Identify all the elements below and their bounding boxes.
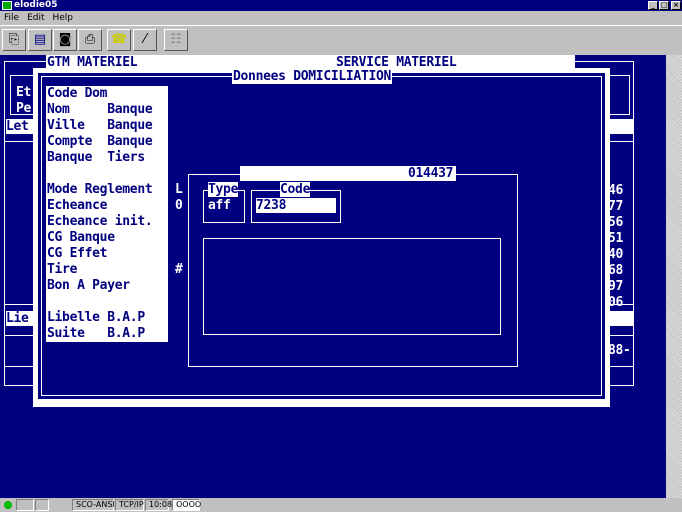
fragment-et: Et <box>16 85 32 100</box>
minimize-button[interactable]: _ <box>648 1 658 10</box>
type-label: Type <box>208 182 239 197</box>
domiciliation-title: Donnees DOMICILIATION <box>232 69 393 84</box>
label-banque-tiers: Banque Tiers <box>47 150 145 165</box>
terminal-screen[interactable]: Et Pe Let Lie 46 77 56 51 40 68 97 06 10 88- GTM… <box>0 55 666 498</box>
app-icon <box>2 1 12 10</box>
fragment-lie-text: Lie <box>6 311 29 326</box>
type-value[interactable]: aff <box>208 198 231 213</box>
number: 56 <box>608 215 624 230</box>
status-cell <box>35 499 49 511</box>
menu-file[interactable]: File <box>4 13 19 23</box>
tire-value: # <box>175 262 183 277</box>
number: 68 <box>608 263 624 278</box>
status-leds: OOOO <box>172 499 201 511</box>
window-title: elodie05 <box>14 0 58 10</box>
tiers-number: 014437 <box>408 166 454 181</box>
label-tire: Tire <box>47 262 78 277</box>
number: 46 <box>608 183 624 198</box>
copy-icon[interactable]: ⎘ <box>2 29 26 51</box>
mode-value: L <box>175 182 183 197</box>
code-input[interactable]: 7238 <box>256 198 336 213</box>
toolbar: ⎘ ▤ ◙ ⎙ ☎ ⁄ ☷ <box>0 25 682 55</box>
status-cell <box>16 499 34 511</box>
label-nom-banque: Nom Banque <box>47 102 153 117</box>
camera-icon[interactable]: ◙ <box>53 29 77 51</box>
number: 97 <box>608 279 624 294</box>
right-numbers: 46 77 56 51 40 68 97 06 10 <box>608 151 632 326</box>
status-bar: SCO-ANSI TCP/IP 10:08 OOOO <box>0 498 682 512</box>
menu-edit[interactable]: Edit <box>27 13 44 23</box>
number: 10 <box>608 311 624 326</box>
tiers-list-box[interactable] <box>203 238 501 335</box>
label-ville-banque: Ville Banque <box>47 118 153 133</box>
label-cg-banque: CG Banque <box>47 230 115 245</box>
domiciliation-labels: Code Dom Nom Banque Ville Banque Compte … <box>46 86 168 342</box>
label-echeance-init: Echeance init. <box>47 214 153 229</box>
title-bar: elodie05 _ □ × <box>0 0 682 11</box>
menu-help[interactable]: Help <box>53 13 74 23</box>
label-echeance: Echeance <box>47 198 108 213</box>
printer-icon[interactable]: ⎙ <box>78 29 102 51</box>
tiers-title-bar: Tiers Payeur TIE 014437 <box>240 166 456 196</box>
label-libelle-bap: Libelle B.A.P <box>47 310 145 325</box>
status-time: 10:08 <box>145 499 172 511</box>
label-mode-reglement: Mode Reglement <box>47 182 153 197</box>
label-bon-a-payer: Bon A Payer <box>47 278 130 293</box>
label-suite-bap: Suite B.A.P <box>47 326 145 341</box>
status-protocol: TCP/IP <box>115 499 144 511</box>
label-compte-banque: Compte Banque <box>47 134 153 149</box>
label-code-dom: Code Dom <box>47 86 108 101</box>
code-label: Code <box>280 182 311 197</box>
echeance-value: 0 <box>175 198 183 213</box>
hangup-icon[interactable]: ⁄ <box>133 29 157 51</box>
status-emulation: SCO-ANSI <box>72 499 115 511</box>
number: 06 <box>608 295 624 310</box>
document-list-icon[interactable]: ▤ <box>28 29 52 51</box>
fragment-let-text: Let <box>6 119 29 134</box>
connection-led-icon <box>4 501 12 509</box>
right-bottom-value: 88- <box>608 343 631 358</box>
fragment-pe: Pe <box>16 101 32 116</box>
menu-bar: File Edit Help <box>0 11 682 25</box>
number: 77 <box>608 199 624 214</box>
vertical-scrollbar[interactable] <box>666 55 682 498</box>
number: 51 <box>608 231 624 246</box>
telephone-icon[interactable]: ☎ <box>107 29 131 51</box>
number: 40 <box>608 247 624 262</box>
label-cg-effet: CG Effet <box>47 246 108 261</box>
maximize-button[interactable]: □ <box>659 1 669 10</box>
settings-icon[interactable]: ☷ <box>164 29 188 51</box>
close-button[interactable]: × <box>671 1 681 10</box>
